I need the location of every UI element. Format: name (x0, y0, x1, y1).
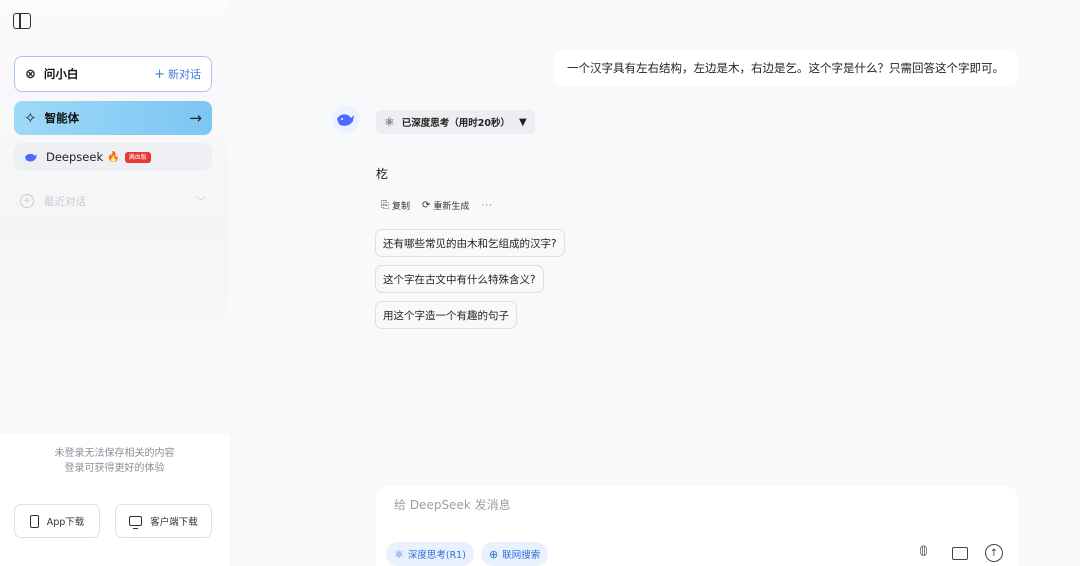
atom-icon: ⚛ (394, 547, 404, 561)
thinking-toggle[interactable]: ⚛ 已深度思考（用时20秒） ▼ (376, 110, 535, 134)
more-button[interactable]: ··· (481, 201, 493, 211)
thinking-label: 已深度思考（用时20秒） (401, 118, 510, 129)
deep-think-label: 深度思考(R1) (407, 550, 466, 561)
message-composer: ⚛深度思考(R1) ⊕联网搜索 𝟘 ↑ (376, 486, 1018, 566)
client-download-button[interactable]: 客户端下载 (115, 504, 212, 538)
message-actions: ⎘ 复制 ⟳ 重新生成 ··· (381, 199, 493, 212)
monitor-icon (129, 516, 143, 529)
web-search-toggle[interactable]: ⊕ 联网搜索 (481, 542, 549, 566)
sidebar-item-label: Deepseek (46, 150, 104, 164)
sidebar-item-label: 智能体 (44, 111, 80, 125)
chevron-down-icon: ﹀ (195, 195, 207, 208)
sidebar: ⊗ 问小白 + 新对话 ✧ 智能体 → Deepseek 🔥 满血版 + 最近对话… (0, 0, 229, 566)
phone-icon (29, 514, 39, 528)
chat-area: 一个汉字具有左右结构，左边是木，右边是乞。这个字是什么？只需回答这个字即可。 ⚛… (229, 0, 1080, 566)
login-note-line1: 未登录无法保存相关的内容 (54, 448, 175, 459)
sparkle-icon: ✧ (24, 109, 37, 127)
deepseek-whale-icon (25, 153, 37, 162)
clock-icon: + (20, 194, 34, 208)
new-chat-label: 新对话 (168, 68, 201, 81)
plus-icon: + (154, 67, 165, 82)
sidebar-item-wenxiaobai[interactable]: ⊗ 问小白 + 新对话 (14, 56, 212, 92)
sidebar-item-deepseek[interactable]: Deepseek 🔥 满血版 (14, 143, 212, 171)
assistant-answer: 杚 (376, 167, 389, 181)
regenerate-label: 重新生成 (433, 202, 470, 212)
suggestion-chip[interactable]: 还有哪些常见的由木和乞组成的汉字? (375, 229, 565, 257)
client-download-label: 客户端下载 (150, 517, 198, 528)
arrow-right-icon: → (189, 109, 202, 127)
new-chat-button[interactable]: + 新对话 (154, 66, 201, 82)
arrow-up-icon: ↑ (989, 547, 999, 559)
regenerate-button[interactable]: ⟳ 重新生成 (422, 199, 469, 212)
image-icon[interactable] (952, 547, 968, 560)
globe-icon: ⊕ (489, 547, 499, 561)
recent-chats-label: 最近对话 (44, 195, 86, 208)
app-download-button[interactable]: App下载 (14, 504, 100, 538)
recent-chats-toggle[interactable]: + 最近对话 ﹀ (14, 190, 212, 212)
avatar (332, 105, 360, 133)
user-message: 一个汉字具有左右结构，左边是木，右边是乞。这个字是什么？只需回答这个字即可。 (553, 50, 1018, 86)
link-icon: ⊗ (25, 66, 36, 82)
sidebar-toggle-icon[interactable] (13, 13, 31, 29)
login-note-line2: 登录可获得更好的体验 (64, 463, 165, 474)
refresh-icon: ⟳ (422, 200, 431, 211)
copy-button[interactable]: ⎘ 复制 (381, 199, 410, 212)
web-search-label: 联网搜索 (502, 550, 541, 561)
sidebar-item-agent[interactable]: ✧ 智能体 → (14, 101, 212, 135)
status-badge: 满血版 (124, 151, 151, 163)
sidebar-item-label: 问小白 (43, 67, 79, 81)
deepseek-whale-icon (337, 114, 354, 126)
chevron-down-icon: ▼ (519, 116, 527, 128)
copy-label: 复制 (392, 202, 411, 212)
login-note: 未登录无法保存相关的内容 登录可获得更好的体验 (0, 434, 229, 566)
message-input[interactable] (394, 498, 894, 512)
atom-icon: ⚛ (384, 115, 395, 129)
paperclip-icon[interactable]: 𝟘 (919, 544, 928, 560)
copy-icon: ⎘ (381, 200, 389, 211)
suggestion-chip[interactable]: 这个字在古文中有什么特殊含义? (375, 265, 544, 293)
suggestion-chip[interactable]: 用这个字造一个有趣的句子 (375, 301, 517, 329)
deep-think-toggle[interactable]: ⚛ 深度思考(R1) (386, 542, 474, 566)
send-button[interactable]: ↑ (985, 544, 1003, 562)
fire-icon: 🔥 (107, 151, 120, 163)
app-download-label: App下载 (46, 517, 85, 528)
